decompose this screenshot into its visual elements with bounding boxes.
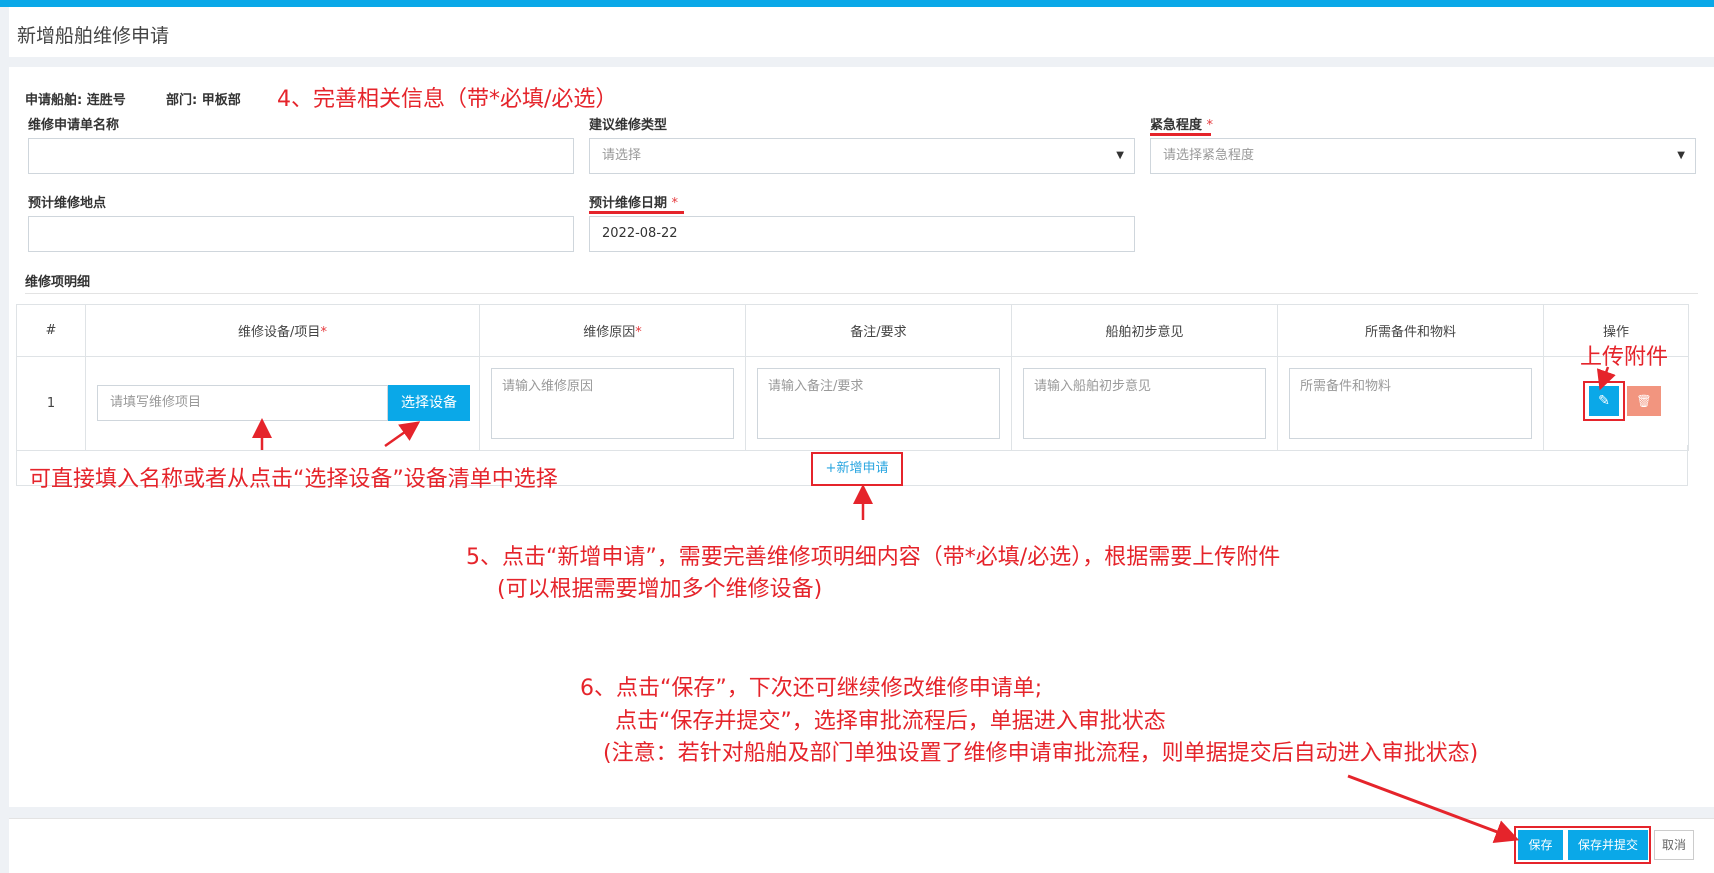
arrow-to-save-buttons xyxy=(1347,774,1520,844)
arrow-to-attach-button xyxy=(1596,366,1616,391)
arrow-to-choose-button xyxy=(384,421,421,448)
annotation-arrows xyxy=(252,366,1616,844)
